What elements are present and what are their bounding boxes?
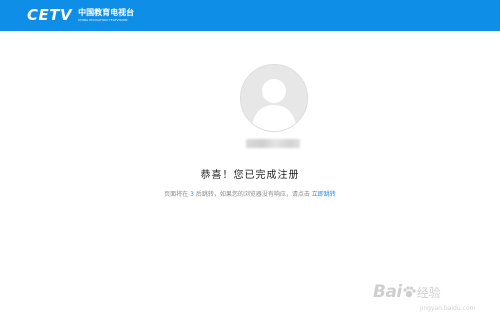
notice-middle: 后跳转，如果您的浏览器没有响应，请点击: [195, 191, 310, 198]
watermark-url: jingyan.baidu.com: [420, 305, 476, 312]
username-blurred: [246, 139, 300, 148]
redirect-notice: 页面将在 3 后跳转，如果您的浏览器没有响应，请点击 立即跳转: [0, 189, 500, 198]
page-title: 恭喜！您已完成注册: [200, 170, 300, 181]
countdown-seconds: 3: [190, 191, 194, 198]
top-header-bar: CETV 中国教育电视台 CHINA EDUCATION TELEVISION: [0, 0, 500, 31]
jump-now-link[interactable]: 立即跳转: [312, 191, 336, 198]
notice-prefix: 页面将在: [164, 191, 189, 198]
logo-mark: CETV: [27, 6, 73, 24]
user-silhouette-icon: [241, 65, 307, 131]
logo-text: 中国教育电视台 CHINA EDUCATION TELEVISION: [78, 8, 134, 23]
logo-english-name: CHINA EDUCATION TELEVISION: [78, 17, 128, 22]
watermark-cn: 经验: [416, 285, 441, 300]
watermark-brand: Bai: [373, 282, 402, 302]
paw-icon: [403, 286, 416, 298]
baidu-jingyan-watermark: Bai 经验: [373, 282, 441, 302]
logo-chinese-name: 中国教育电视台: [78, 7, 135, 17]
default-user-avatar-icon: [240, 64, 308, 132]
cetv-logo[interactable]: CETV 中国教育电视台 CHINA EDUCATION TELEVISION: [27, 6, 134, 24]
